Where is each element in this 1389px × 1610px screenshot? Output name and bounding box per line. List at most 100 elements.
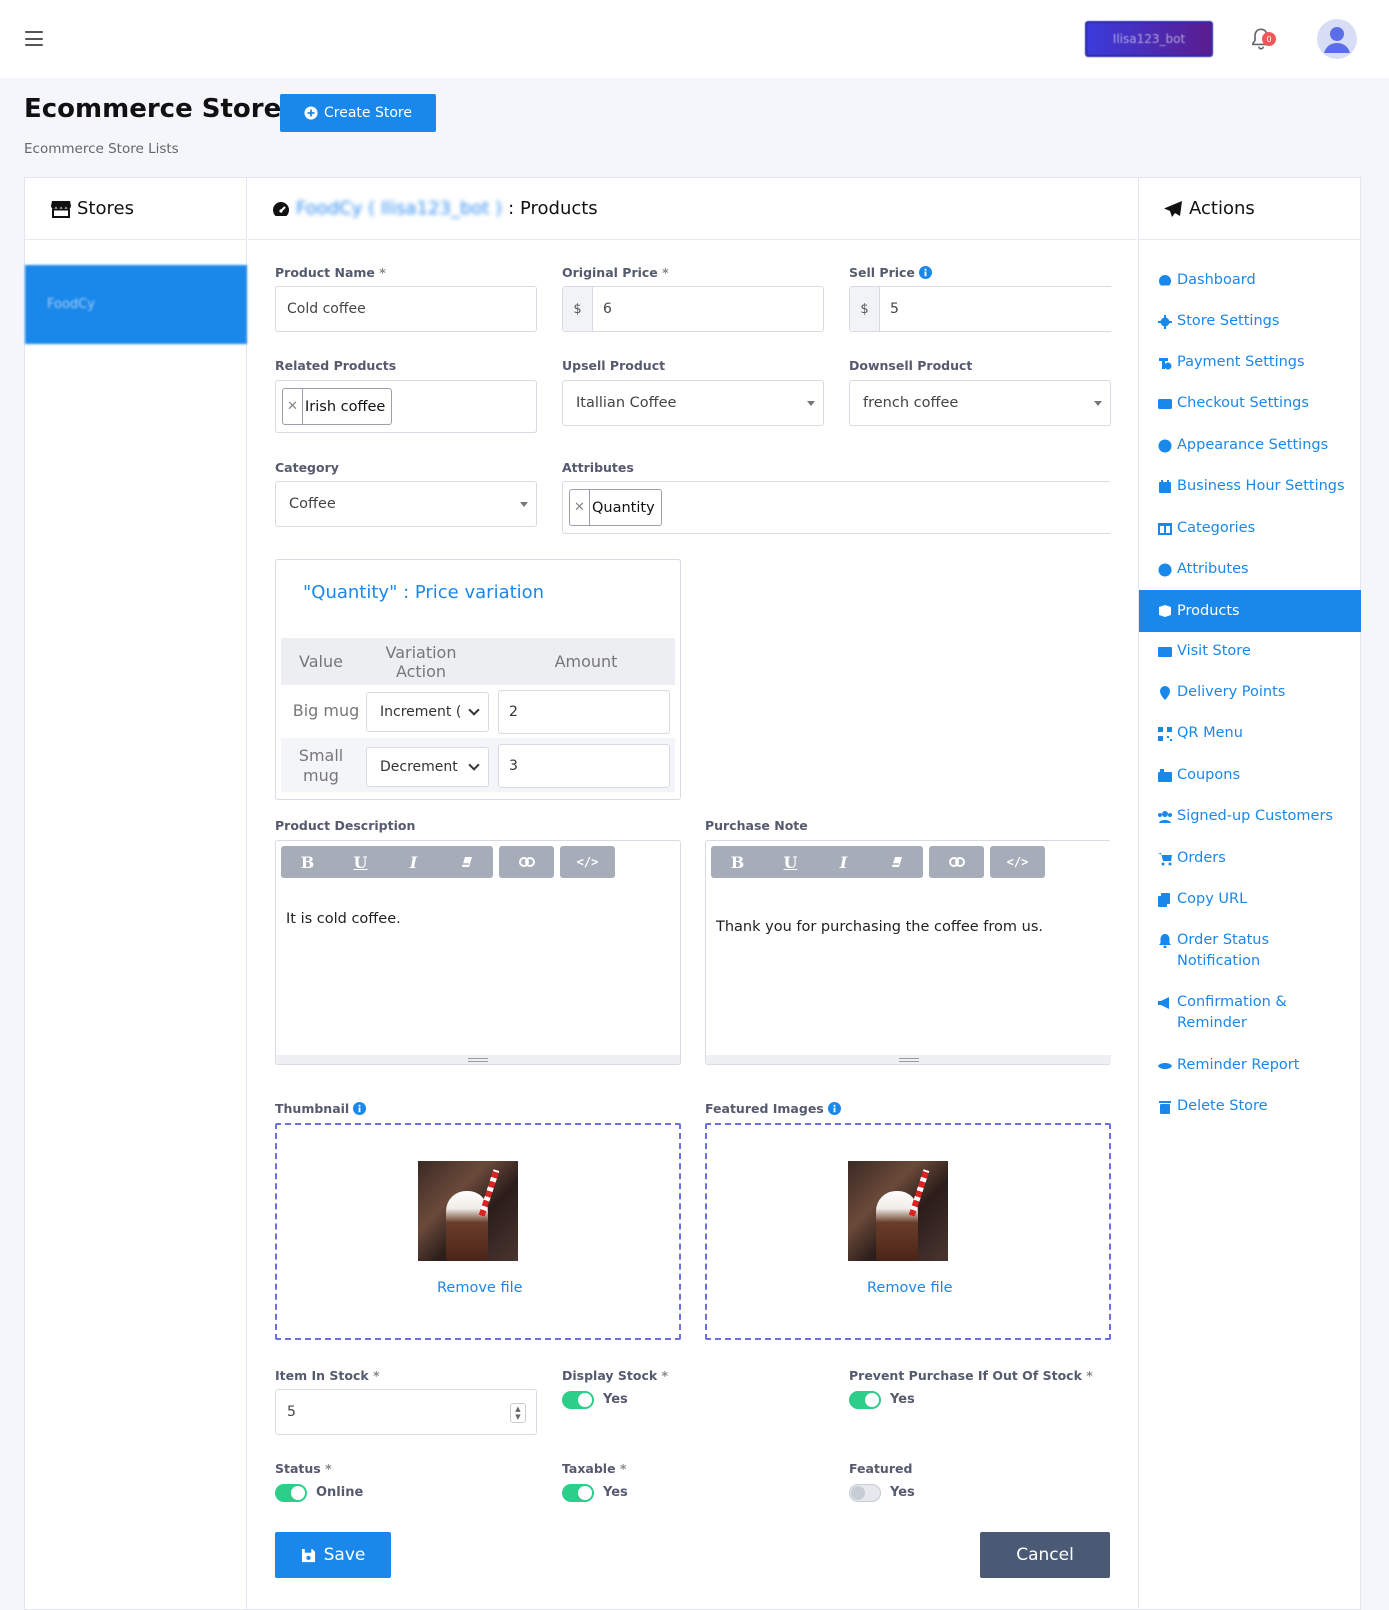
bold-button[interactable]: B <box>281 846 334 878</box>
palette-icon <box>1158 439 1172 453</box>
featured-value: Yes <box>890 1485 915 1500</box>
eraser-icon[interactable] <box>440 846 493 878</box>
megaphone-icon <box>1158 997 1169 1009</box>
action-coupons[interactable]: Coupons <box>1158 765 1240 786</box>
prevent-purchase-value: Yes <box>890 1392 915 1407</box>
remove-tag-icon[interactable]: ✕ <box>283 389 303 424</box>
dashboard-icon <box>1159 275 1171 286</box>
category-select[interactable]: Coffee <box>275 481 537 527</box>
box-icon <box>1159 605 1171 617</box>
action-label: Attributes <box>1177 561 1249 577</box>
taxable-toggle[interactable] <box>562 1484 594 1502</box>
action-appearance-settings[interactable]: Appearance Settings <box>1158 435 1328 456</box>
hamburger-menu-icon[interactable] <box>25 31 43 46</box>
action-label: Signed-up Customers <box>1177 808 1333 824</box>
dashboard-icon <box>273 201 289 216</box>
downsell-product-select[interactable]: french coffee <box>849 380 1111 426</box>
italic-button[interactable]: I <box>817 846 870 878</box>
action-label: Visit Store <box>1177 643 1251 659</box>
bell-icon <box>1159 934 1171 948</box>
variation-action-select[interactable]: Decrement <box>366 747 489 787</box>
resize-handle[interactable] <box>706 1055 1111 1064</box>
upsell-product-select[interactable]: Itallian Coffee <box>562 380 824 426</box>
cancel-button[interactable]: Cancel <box>980 1532 1110 1578</box>
purchase-note-editor[interactable]: B U I </> Thank you for purchasing the c… <box>705 840 1111 1065</box>
resize-handle[interactable] <box>276 1055 680 1064</box>
action-label: Payment Settings <box>1177 354 1305 370</box>
action-attributes[interactable]: Attributes <box>1158 559 1249 580</box>
map-pin-icon <box>1160 686 1170 700</box>
action-label: Confirmation & Reminder <box>1177 994 1287 1031</box>
status-toggle[interactable] <box>275 1484 307 1502</box>
underline-button[interactable]: U <box>764 846 817 878</box>
create-store-button[interactable]: Create Store <box>280 94 436 132</box>
eraser-icon[interactable] <box>870 846 923 878</box>
variation-action-select[interactable]: Increment ( <box>366 692 489 732</box>
bold-button[interactable]: B <box>711 846 764 878</box>
category-label: Category <box>275 460 339 475</box>
action-categories[interactable]: Categories <box>1158 518 1255 539</box>
action-checkout-settings[interactable]: Checkout Settings <box>1158 393 1309 414</box>
sell-price-label: Sell Price <box>849 265 932 280</box>
display-stock-toggle[interactable] <box>562 1391 594 1409</box>
action-business-hour-settings[interactable]: Business Hour Settings <box>1158 476 1345 497</box>
remove-featured-link[interactable]: Remove file <box>867 1280 953 1296</box>
action-visit-store[interactable]: Visit Store <box>1158 641 1251 662</box>
code-view-icon[interactable]: </> <box>990 846 1045 878</box>
item-in-stock-input[interactable]: 5 ▲ ▼ <box>275 1389 537 1435</box>
action-order-status-notification[interactable]: Order Status Notification <box>1158 930 1318 972</box>
action-orders[interactable]: Orders <box>1158 848 1226 869</box>
editor-toolbar: B U I </> <box>711 846 1045 878</box>
store-item[interactable]: FoodCy <box>25 265 247 344</box>
action-qr-menu[interactable]: QR Menu <box>1158 723 1243 744</box>
action-delete-store[interactable]: Delete Store <box>1158 1096 1268 1117</box>
attributes-field[interactable]: ✕ Quantity <box>562 481 1111 534</box>
action-signed-up-customers[interactable]: Signed-up Customers <box>1158 806 1333 827</box>
thumbnail-image <box>418 1161 518 1261</box>
save-button[interactable]: Save <box>275 1532 391 1578</box>
underline-button[interactable]: U <box>334 846 387 878</box>
purchase-note-text: Thank you for purchasing the coffee from… <box>716 919 1043 935</box>
featured-toggle[interactable] <box>849 1484 881 1502</box>
number-spinner-icon[interactable]: ▲ ▼ <box>510 1403 526 1423</box>
thumbnail-label: Thumbnail <box>275 1101 367 1116</box>
info-icon <box>918 266 932 279</box>
action-payment-settings[interactable]: Payment Settings <box>1158 352 1305 373</box>
variation-amount-input[interactable]: 2 <box>498 690 670 734</box>
related-products-field[interactable]: ✕ Irish coffee <box>275 380 537 433</box>
remove-thumbnail-link[interactable]: Remove file <box>437 1280 523 1296</box>
gear-icon <box>1158 315 1172 329</box>
taxable-label: Taxable * <box>562 1461 627 1476</box>
account-button[interactable]: Ilisa123_bot <box>1085 21 1213 57</box>
sell-price-input[interactable]: $5 <box>849 286 1111 332</box>
remove-tag-icon[interactable]: ✕ <box>570 490 590 525</box>
action-reminder-report[interactable]: Reminder Report <box>1158 1055 1299 1076</box>
action-copy-url[interactable]: Copy URL <box>1158 889 1247 910</box>
product-description-editor[interactable]: B U I </> It is cold coffee. <box>275 840 681 1065</box>
link-icon[interactable] <box>929 846 984 878</box>
action-delivery-points[interactable]: Delivery Points <box>1158 682 1285 703</box>
action-label: Dashboard <box>1177 272 1256 288</box>
action-label: Delivery Points <box>1177 684 1286 700</box>
attributes-label: Attributes <box>562 460 634 475</box>
code-view-icon[interactable]: </> <box>560 846 615 878</box>
action-label: Checkout Settings <box>1177 395 1309 411</box>
related-products-label: Related Products <box>275 358 397 373</box>
floppy-disk-icon <box>301 1548 315 1562</box>
action-products[interactable]: Products <box>1139 590 1361 632</box>
action-store-settings[interactable]: Store Settings <box>1158 311 1279 332</box>
italic-button[interactable]: I <box>387 846 440 878</box>
tag-chip: ✕ Quantity <box>569 489 662 526</box>
actions-title: Actions <box>1189 198 1255 219</box>
action-confirmation-reminder[interactable]: Confirmation & Reminder <box>1158 992 1318 1034</box>
product-name-input[interactable]: Cold coffee <box>275 286 537 332</box>
link-icon[interactable] <box>499 846 554 878</box>
stores-header: Stores <box>25 178 247 240</box>
prevent-purchase-toggle[interactable] <box>849 1391 881 1409</box>
avatar[interactable] <box>1317 19 1357 59</box>
purchase-note-label: Purchase Note <box>705 818 808 833</box>
action-dashboard[interactable]: Dashboard <box>1158 270 1256 291</box>
action-label: Store Settings <box>1177 313 1280 329</box>
original-price-input[interactable]: $6 <box>562 286 824 332</box>
variation-amount-input[interactable]: 3 <box>498 744 670 788</box>
